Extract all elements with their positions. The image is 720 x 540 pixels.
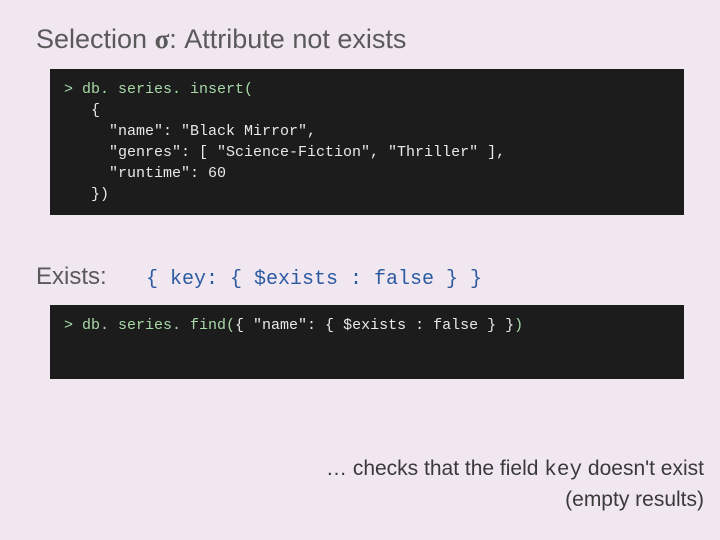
code-block-insert: > db. series. insert( { "name": "Black M… bbox=[50, 69, 684, 215]
footer-l1b: doesn't exist bbox=[582, 457, 704, 480]
find-arg: { "name": { $exists : false } } bbox=[235, 317, 514, 334]
prompt-2: > bbox=[64, 317, 73, 334]
title-post: : Attribute not exists bbox=[169, 24, 406, 54]
exists-expression: { key: { $exists : false } } bbox=[146, 268, 482, 291]
insert-command: db. series. insert( bbox=[73, 81, 253, 98]
exists-label: Exists: bbox=[36, 263, 146, 291]
footer-line-1: … checks that the field key doesn't exis… bbox=[326, 455, 704, 485]
title-pre: Selection bbox=[36, 24, 155, 54]
code-block-find: > db. series. find({ "name": { $exists :… bbox=[50, 305, 684, 379]
footer-l1a: … checks that the field bbox=[326, 457, 544, 480]
find-command: db. series. find( bbox=[73, 317, 235, 334]
find-close: ) bbox=[514, 317, 523, 334]
footer-line-2: (empty results) bbox=[326, 486, 704, 514]
insert-body: { "name": "Black Mirror", "genres": [ "S… bbox=[64, 102, 505, 203]
footer-text: … checks that the field key doesn't exis… bbox=[326, 455, 704, 514]
sigma-symbol: σ bbox=[155, 24, 170, 54]
prompt-1: > bbox=[64, 81, 73, 98]
footer-key: key bbox=[544, 459, 582, 482]
slide-title: Selection σ: Attribute not exists bbox=[0, 0, 720, 55]
exists-row: Exists: { key: { $exists : false } } bbox=[36, 263, 720, 291]
